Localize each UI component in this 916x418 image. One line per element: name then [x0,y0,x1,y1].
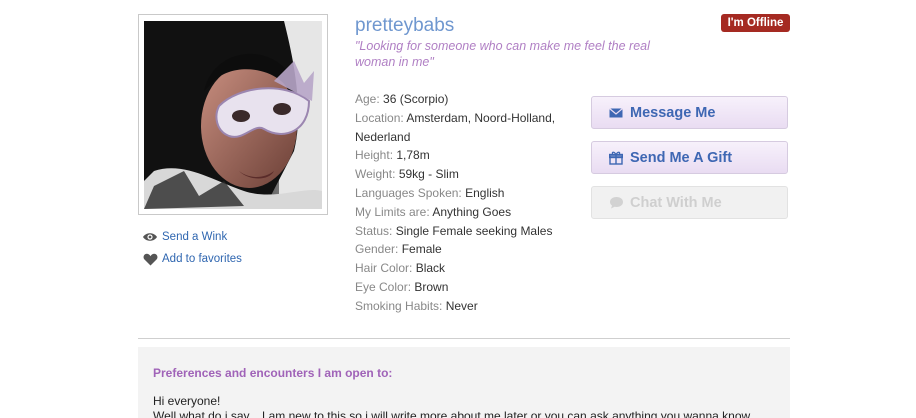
detail-hair-color: Hair Color: Black [355,261,446,276]
offline-status-badge: I'm Offline [721,14,790,32]
gift-icon [608,151,624,165]
profile-photo-image [144,21,322,209]
tagline: "Looking for someone who can make me fee… [355,39,650,69]
message-me-label: Message Me [630,104,716,121]
send-gift-label: Send Me A Gift [630,149,733,166]
add-favorites-label[interactable]: Add to favorites [162,253,242,265]
preferences-panel: Preferences and encounters I am open to:… [138,347,790,418]
send-gift-button[interactable]: Send Me A Gift [591,141,788,174]
add-favorites-link[interactable]: Add to favorites [142,251,242,267]
preferences-line-1: Hi everyone! [153,394,221,408]
username[interactable]: pretteybabs [355,15,454,37]
detail-eye-color: Eye Color: Brown [355,279,449,294]
profile-page: Send a Wink Add to favorites pretteybabs… [0,0,916,418]
detail-age: Age: 36 (Scorpio) [355,92,449,106]
preferences-text: Hi everyone! Well what do i say... I am … [153,394,783,418]
section-divider [138,338,790,339]
chat-bubble-icon [608,196,624,210]
eye-icon [142,230,158,244]
detail-languages: Languages Spoken: English [355,185,505,200]
chat-with-me-label: Chat With Me [630,194,722,211]
preferences-line-2: Well what do i say... I am new to this s… [153,409,751,418]
profile-photo-frame[interactable] [138,14,328,215]
detail-limits: My Limits are: Anything Goes [355,204,512,219]
detail-smoking: Smoking Habits: Never [355,298,478,313]
preferences-title: Preferences and encounters I am open to: [153,366,393,380]
message-me-button[interactable]: Message Me [591,96,788,129]
send-wink-link[interactable]: Send a Wink [142,229,227,245]
detail-weight: Weight: 59kg - Slim [355,167,459,182]
detail-status: Status: Single Female seeking Males [355,223,553,238]
detail-gender: Gender: Female [355,242,442,257]
detail-height: Height: 1,78m [355,148,430,163]
chat-with-me-button[interactable]: Chat With Me [591,186,788,219]
profile-details: Age: 36 (Scorpio) Location: Amsterdam, N… [355,90,575,316]
heart-icon [142,252,158,266]
profile-photo[interactable] [144,21,322,209]
send-wink-label[interactable]: Send a Wink [162,231,227,243]
envelope-icon [608,106,624,120]
detail-location: Location: Amsterdam, Noord-Holland, Nede… [355,110,556,144]
